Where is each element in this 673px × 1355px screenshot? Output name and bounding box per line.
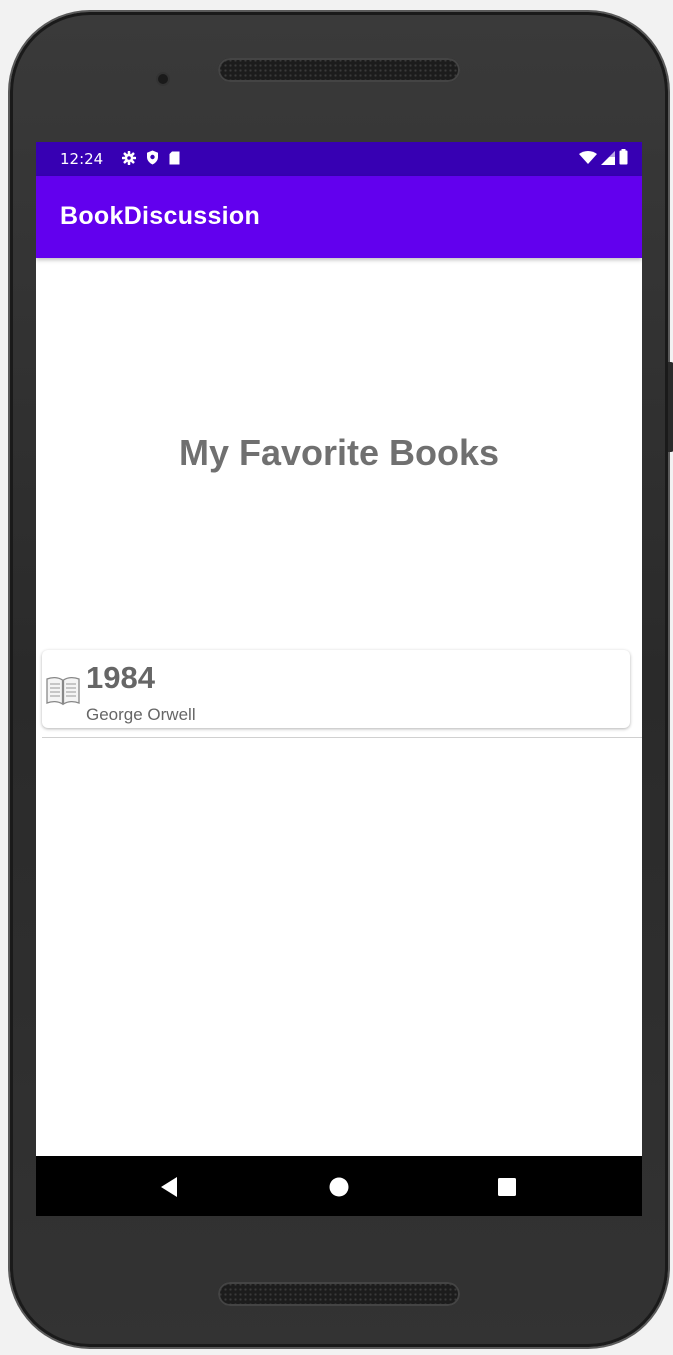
status-icons-right <box>579 148 628 170</box>
system-nav-bar <box>36 1156 642 1216</box>
sd-card-icon <box>169 150 180 169</box>
phone-frame: 12:24 BookDiscussion My Favorite Books 1… <box>10 12 673 1347</box>
back-icon[interactable] <box>156 1174 182 1200</box>
list-divider <box>42 737 642 738</box>
status-bar: 12:24 <box>36 142 642 176</box>
page-heading: My Favorite Books <box>178 432 500 473</box>
app-title: BookDiscussion <box>60 202 261 230</box>
book-list-item[interactable]: 1984 George Orwell <box>42 650 630 728</box>
bottom-speaker <box>218 1282 460 1306</box>
app-bar: BookDiscussion <box>36 176 642 258</box>
front-camera <box>158 74 168 84</box>
wifi-icon <box>579 150 597 169</box>
volume-button <box>668 362 673 452</box>
recents-icon[interactable] <box>494 1174 520 1200</box>
device-screen: 12:24 BookDiscussion My Favorite Books 1… <box>36 142 642 1216</box>
open-book-icon <box>45 674 81 706</box>
book-author: George Orwell <box>86 705 196 724</box>
signal-icon <box>601 150 615 169</box>
top-speaker <box>218 58 460 82</box>
battery-icon <box>619 149 628 169</box>
home-icon[interactable] <box>326 1174 352 1200</box>
shield-icon <box>146 150 159 169</box>
gear-icon <box>121 150 137 169</box>
status-time: 12:24 <box>60 150 104 168</box>
book-title: 1984 <box>86 660 155 695</box>
status-icons-left <box>121 148 180 170</box>
